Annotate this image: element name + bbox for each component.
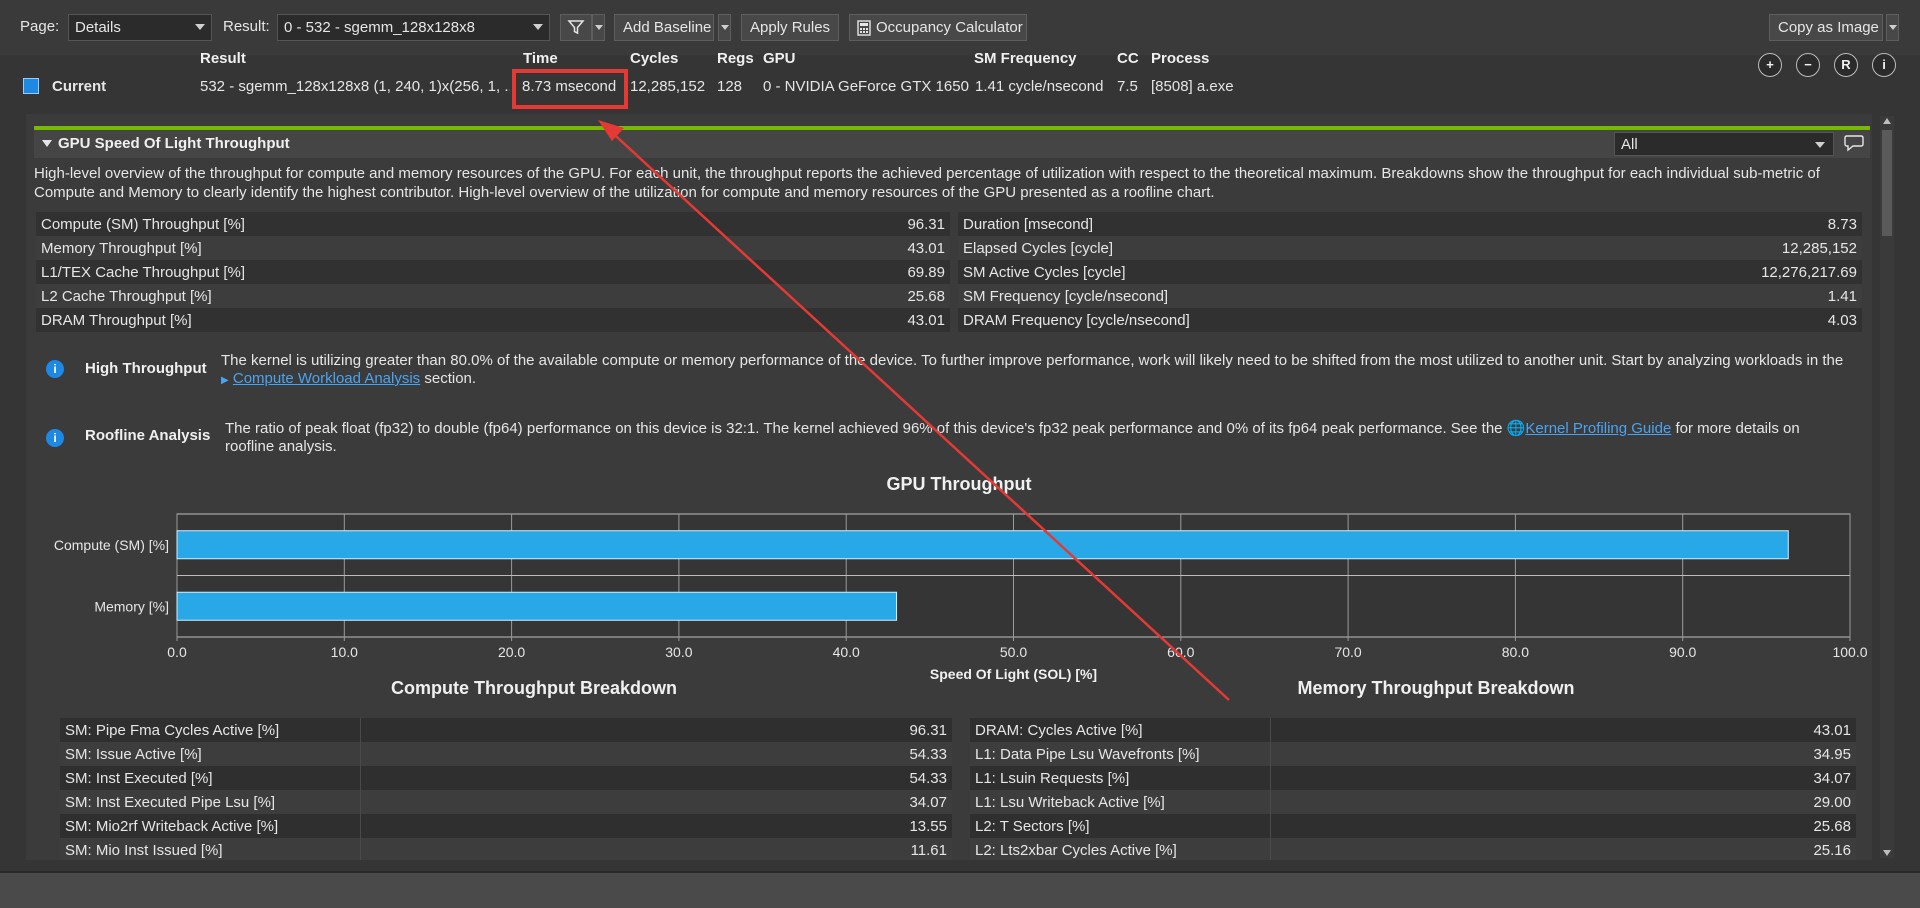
status-bar [0, 872, 1920, 908]
window-frame [0, 0, 1920, 872]
